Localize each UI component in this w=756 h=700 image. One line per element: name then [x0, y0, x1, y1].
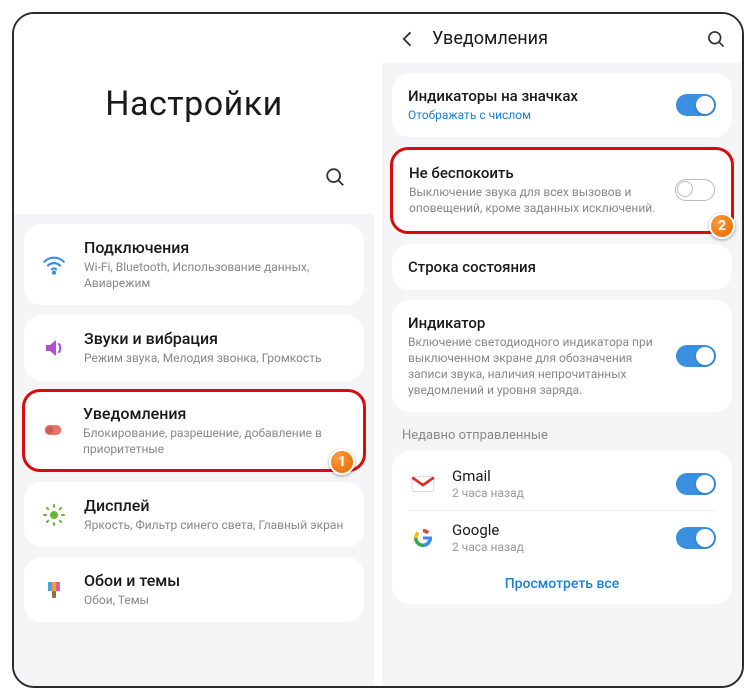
- view-all-link[interactable]: Просмотреть все: [392, 564, 732, 596]
- item-sub: Отображать с числом: [408, 107, 664, 123]
- status-bar-item[interactable]: Строка состояния: [392, 244, 732, 290]
- settings-item-connections[interactable]: Подключения Wi-Fi, Bluetooth, Использова…: [24, 224, 364, 305]
- item-title: Подключения: [84, 238, 348, 257]
- recent-apps-group: Gmail 2 часа назад Google 2 часа назад: [392, 451, 732, 604]
- toggle-badge-indicators[interactable]: [676, 94, 716, 116]
- item-sub: Wi-Fi, Bluetooth, Использование данных, …: [84, 259, 348, 291]
- app-row-gmail[interactable]: Gmail 2 часа назад: [392, 457, 732, 510]
- app-title: Google: [452, 521, 662, 539]
- item-title: Обои и темы: [84, 571, 348, 590]
- settings-item-notifications[interactable]: Уведомления Блокирование, разрешение, до…: [22, 389, 366, 472]
- settings-screen: Настройки Подключения Wi-Fi, Bluetooth, …: [14, 14, 374, 686]
- notifications-header: Уведомления: [382, 14, 742, 63]
- page-title: Настройки: [14, 84, 374, 124]
- toggle-gmail[interactable]: [676, 473, 716, 495]
- toggle-dnd[interactable]: [675, 179, 715, 201]
- notifications-icon: [39, 416, 67, 444]
- item-title: Не беспокоить: [409, 164, 663, 182]
- brush-icon: [40, 576, 68, 604]
- item-title: Строка состояния: [408, 258, 716, 276]
- item-title: Дисплей: [84, 496, 348, 515]
- step-badge-2: 2: [709, 213, 735, 239]
- led-indicator-item[interactable]: Индикатор Включение светодиодного индика…: [392, 300, 732, 413]
- settings-list: Подключения Wi-Fi, Bluetooth, Использова…: [14, 224, 374, 622]
- gmail-icon: [408, 469, 438, 499]
- toggle-google[interactable]: [676, 527, 716, 549]
- item-sub: Обои, Темы: [84, 592, 348, 608]
- settings-item-display[interactable]: Дисплей Яркость, Фильтр синего света, Гл…: [24, 482, 364, 547]
- speaker-icon: [40, 334, 68, 362]
- header-title: Уведомления: [432, 28, 692, 49]
- app-sub: 2 часа назад: [452, 486, 662, 500]
- item-title: Уведомления: [83, 404, 349, 423]
- item-title: Индикаторы на значках: [408, 87, 664, 105]
- notifications-list: Индикаторы на значках Отображать с число…: [382, 63, 742, 604]
- search-icon[interactable]: [706, 29, 726, 49]
- item-sub: Блокирование, разрешение, добавление в п…: [83, 425, 349, 457]
- item-title: Индикатор: [408, 314, 664, 332]
- notifications-screen: Уведомления Индикаторы на значках Отобра…: [382, 14, 742, 686]
- wifi-icon: [40, 251, 68, 279]
- brightness-icon: [40, 501, 68, 529]
- item-sub: Режим звука, Мелодия звонка, Громкость: [84, 350, 348, 366]
- badge-indicators-item[interactable]: Индикаторы на значках Отображать с число…: [392, 73, 732, 137]
- item-sub: Выключение звука для всех вызовов и опов…: [409, 184, 663, 216]
- settings-item-sounds[interactable]: Звуки и вибрация Режим звука, Мелодия зв…: [24, 315, 364, 380]
- item-title: Звуки и вибрация: [84, 329, 348, 348]
- search-row: [14, 154, 374, 214]
- item-sub: Включение светодиодного индикатора при в…: [408, 334, 664, 399]
- toggle-led-indicator[interactable]: [676, 345, 716, 367]
- search-icon[interactable]: [324, 166, 346, 192]
- dnd-item[interactable]: Не беспокоить Выключение звука для всех …: [390, 147, 734, 233]
- item-sub: Яркость, Фильтр синего света, Главный эк…: [84, 517, 348, 533]
- recent-sent-label: Недавно отправленные: [382, 422, 742, 451]
- google-icon: [408, 523, 438, 553]
- app-row-google[interactable]: Google 2 часа назад: [392, 511, 732, 564]
- screen-divider: [374, 14, 382, 686]
- back-icon[interactable]: [398, 29, 418, 49]
- settings-header: Настройки: [14, 14, 374, 154]
- step-badge-1: 1: [329, 449, 355, 475]
- app-sub: 2 часа назад: [452, 540, 662, 554]
- settings-item-themes[interactable]: Обои и темы Обои, Темы: [24, 557, 364, 622]
- app-title: Gmail: [452, 467, 662, 485]
